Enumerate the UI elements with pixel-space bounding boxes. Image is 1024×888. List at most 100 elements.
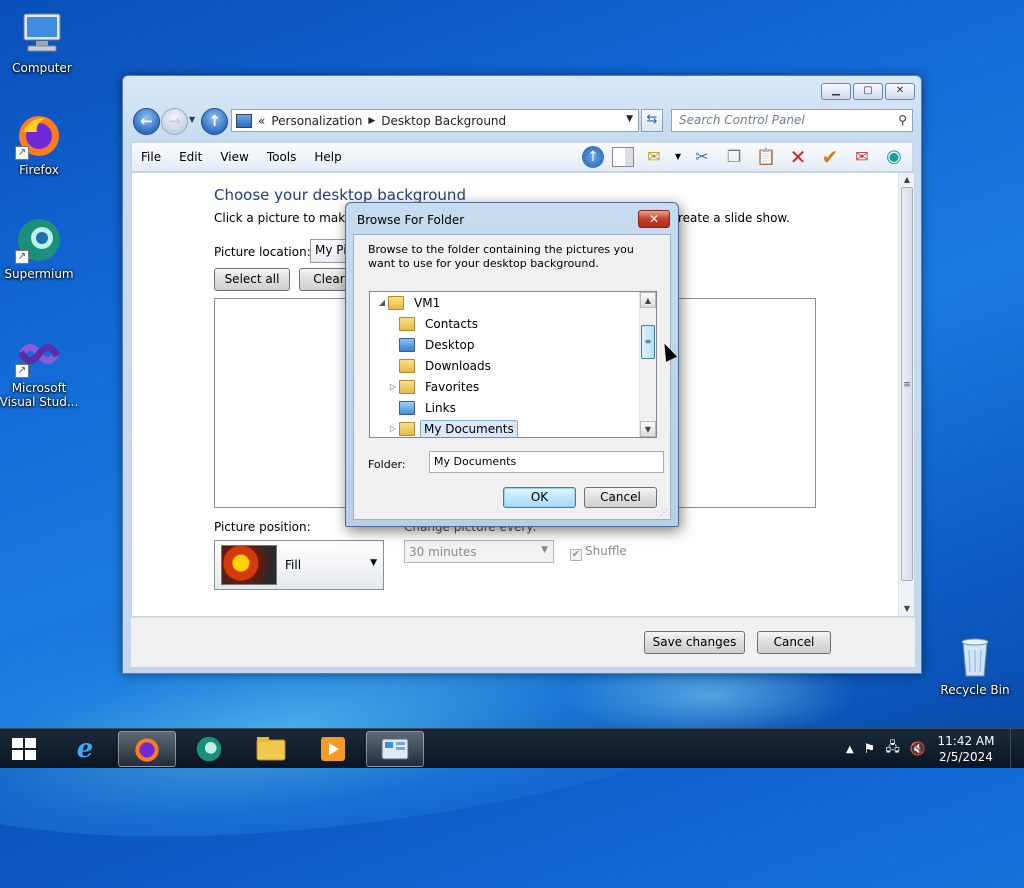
scroll-down-icon[interactable]: ▼ xyxy=(640,421,656,437)
interval-value: 30 minutes xyxy=(409,545,477,559)
page-instructions: Click a picture to make it xyxy=(214,211,364,225)
taskbar-supermium[interactable] xyxy=(180,731,238,767)
desktop-icon-visual-studio[interactable]: ↗ Microsoft Visual Stud... xyxy=(0,330,81,409)
select-all-button[interactable]: Select all xyxy=(214,268,290,291)
media-player-icon xyxy=(321,737,345,761)
tree-item-label: Downloads xyxy=(425,358,491,373)
folder-input[interactable]: My Documents xyxy=(429,451,664,473)
tree-item-links[interactable]: Links xyxy=(387,397,461,418)
breadcrumb-separator-icon: ▶ xyxy=(368,115,376,126)
tree-expand-icon[interactable]: ▷ xyxy=(387,424,399,433)
minimize-button[interactable]: ▁ xyxy=(821,83,851,100)
globe-icon[interactable]: ◉ xyxy=(882,146,906,168)
picture-position-label: Picture position: xyxy=(214,520,311,534)
control-panel-icon xyxy=(236,113,252,128)
back-button[interactable]: ← xyxy=(133,108,160,135)
position-preview-image xyxy=(221,545,277,585)
breadcrumb-desktop-background[interactable]: Desktop Background xyxy=(381,114,506,128)
network-icon[interactable]: 🖧 xyxy=(885,738,900,760)
action-center-flag-icon[interactable]: ⚑ xyxy=(864,742,876,757)
tree-scroll-thumb[interactable]: ≡ xyxy=(641,325,655,359)
close-button[interactable]: ✕ xyxy=(885,83,915,100)
dialog-close-button[interactable]: ✕ xyxy=(638,210,670,228)
desktop-icon-recycle-bin[interactable]: Recycle Bin xyxy=(933,632,1017,697)
address-overflow[interactable]: « xyxy=(258,114,265,128)
volume-muted-icon[interactable]: 🔇 xyxy=(910,742,926,757)
show-desktop-button[interactable] xyxy=(1010,729,1024,769)
tree-expand-icon[interactable]: ▷ xyxy=(387,382,399,391)
dialog-body: Browse to the folder containing the pict… xyxy=(353,234,671,520)
refresh-button[interactable]: ⇆ xyxy=(641,109,663,132)
taskbar-firefox[interactable] xyxy=(118,731,176,767)
tree-item-label: VM1 xyxy=(414,295,441,310)
documents-folder-icon xyxy=(399,421,415,436)
tree-item-label: Contacts xyxy=(425,316,478,331)
ok-button[interactable]: OK xyxy=(503,487,576,508)
cut-icon[interactable]: ✂ xyxy=(690,146,714,168)
desktop-icon-label: Firefox xyxy=(19,163,59,177)
recent-pages-dropdown[interactable]: ▼ xyxy=(189,115,195,124)
breadcrumb-personalization[interactable]: Personalization xyxy=(271,114,362,128)
tree-scrollbar[interactable]: ▲ ≡ ▼ xyxy=(639,292,656,437)
address-dropdown-icon[interactable]: ▼ xyxy=(626,114,633,124)
save-changes-button[interactable]: Save changes xyxy=(644,631,745,654)
menu-edit[interactable]: Edit xyxy=(170,150,211,164)
supermium-icon xyxy=(196,736,222,762)
delete-icon[interactable]: ✕ xyxy=(786,146,810,168)
forward-button[interactable]: → xyxy=(161,108,188,135)
toolbar-dropdown-icon[interactable]: ▼ xyxy=(674,146,682,168)
menu-file[interactable]: File xyxy=(132,150,170,164)
internet-explorer-icon: e xyxy=(76,734,94,764)
tree-item-vm1[interactable]: ◢ VM1 xyxy=(376,292,445,313)
forward-arrow-icon: → xyxy=(168,112,181,130)
menu-view[interactable]: View xyxy=(211,150,257,164)
chevron-down-icon: ▼ xyxy=(370,558,377,568)
favorites-folder-icon[interactable]: ✉ xyxy=(642,146,666,168)
desktop-icon-firefox[interactable]: ↗ Firefox xyxy=(0,112,81,177)
check-icon[interactable]: ✔ xyxy=(818,146,842,168)
copy-icon[interactable]: ❐ xyxy=(722,146,746,168)
vertical-scrollbar[interactable]: ▲ ≡ ▼ xyxy=(898,173,914,616)
clock[interactable]: 11:42 AM 2/5/2024 xyxy=(932,733,1000,765)
resize-grip-icon[interactable]: ⋰ xyxy=(660,508,668,517)
change-interval-select: 30 minutes ▼ xyxy=(404,540,554,563)
tree-item-favorites[interactable]: ▷ Favorites xyxy=(387,376,484,397)
tree-item-desktop[interactable]: Desktop xyxy=(387,334,480,355)
start-button[interactable] xyxy=(4,733,44,765)
taskbar-control-panel[interactable] xyxy=(366,731,424,767)
up-folder-icon[interactable]: ↑ xyxy=(582,146,604,168)
navigation-bar: ← → ▼ ↑ « Personalization ▶ Desktop Back… xyxy=(131,107,913,137)
properties-icon[interactable]: ✉ xyxy=(850,146,874,168)
menu-help[interactable]: Help xyxy=(305,150,350,164)
window-footer: Save changes Cancel xyxy=(131,617,915,667)
firefox-icon: ↗ xyxy=(15,112,63,160)
paste-icon[interactable]: 📋 xyxy=(754,146,778,168)
cancel-button[interactable]: Cancel xyxy=(757,631,831,654)
pane-toggle-icon[interactable] xyxy=(612,147,634,167)
taskbar-file-explorer[interactable] xyxy=(242,731,300,767)
scroll-up-icon[interactable]: ▲ xyxy=(899,173,914,187)
tree-item-downloads[interactable]: Downloads xyxy=(387,355,496,376)
tree-item-my-documents[interactable]: ▷ My Documents xyxy=(387,418,518,437)
picture-position-select[interactable]: Fill ▼ xyxy=(214,540,384,590)
scroll-up-icon[interactable]: ▲ xyxy=(640,292,656,308)
clock-time: 11:42 AM xyxy=(937,734,995,748)
tree-item-contacts[interactable]: Contacts xyxy=(387,313,483,334)
desktop-icon-computer[interactable]: Computer xyxy=(0,10,84,75)
tree-collapse-icon[interactable]: ◢ xyxy=(376,298,388,307)
address-bar[interactable]: « Personalization ▶ Desktop Background ▼ xyxy=(231,109,639,132)
folder-tree[interactable]: ◢ VM1 Contacts Desktop Downloads ▷ Favor… xyxy=(369,291,657,438)
taskbar-media-player[interactable] xyxy=(304,731,362,767)
up-button[interactable]: ↑ xyxy=(201,108,228,135)
control-panel-icon xyxy=(381,738,409,760)
menu-tools[interactable]: Tools xyxy=(258,150,306,164)
scroll-down-icon[interactable]: ▼ xyxy=(899,602,914,616)
show-hidden-icons-icon[interactable]: ▲ xyxy=(846,744,854,755)
maximize-button[interactable]: ▢ xyxy=(853,83,883,100)
scroll-thumb[interactable]: ≡ xyxy=(901,187,913,581)
taskbar-internet-explorer[interactable]: e xyxy=(56,731,114,767)
visual-studio-icon: ↗ xyxy=(15,330,63,378)
desktop-icon-supermium[interactable]: ↗ Supermium xyxy=(0,216,81,281)
dialog-cancel-button[interactable]: Cancel xyxy=(584,487,657,508)
search-input[interactable]: Search Control Panel ⚲ xyxy=(671,109,913,132)
